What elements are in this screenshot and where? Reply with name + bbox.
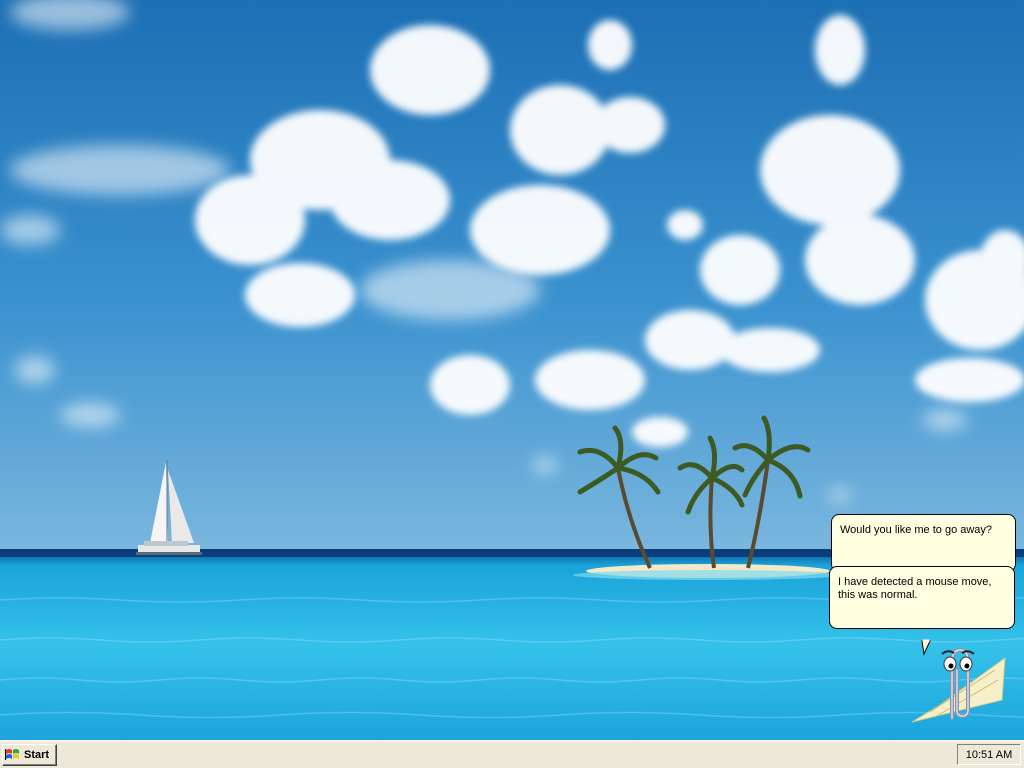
system-tray[interactable]: 10:51 AM xyxy=(957,744,1021,765)
assistant-message: Would you like me to go away? xyxy=(840,524,993,536)
assistant-message: I have detected a mouse move, this was n… xyxy=(838,576,992,601)
taskbar: Start 10:51 AM xyxy=(0,740,1024,768)
wallpaper xyxy=(0,0,1024,740)
start-label: Start xyxy=(24,749,50,761)
desktop[interactable]: Would you like me to go away? I have det… xyxy=(0,0,1024,740)
start-button[interactable]: Start xyxy=(2,744,57,766)
assistant-speech-bubble[interactable]: I have detected a mouse move, this was n… xyxy=(829,566,1015,656)
windows-flag-icon xyxy=(5,749,19,760)
clock[interactable]: 10:51 AM xyxy=(966,749,1012,761)
assistant-speech-bubble[interactable]: Would you like me to go away? xyxy=(831,514,1016,572)
paperclip-assistant-icon[interactable] xyxy=(910,640,1010,732)
